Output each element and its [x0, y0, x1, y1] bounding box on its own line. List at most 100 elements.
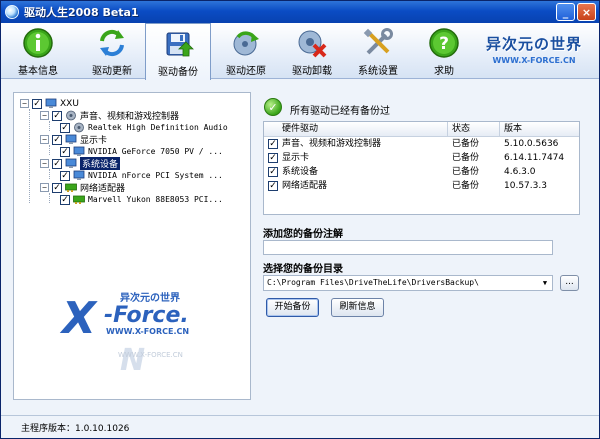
- minimize-button[interactable]: _: [556, 3, 575, 21]
- watermark-cn-text: 异次元の世界: [120, 293, 180, 304]
- app-window: 驱动人生2008 Beta1 _ × 基本信息 驱动更新 驱动备份 驱动还原 驱…: [0, 0, 600, 439]
- refresh-icon: [100, 29, 124, 57]
- backup-note-label: 添加您的备份注解: [263, 229, 343, 240]
- row-status: 已备份: [452, 153, 480, 163]
- tree-checkbox[interactable]: ✓: [52, 134, 62, 145]
- tree-checkbox[interactable]: ✓: [52, 158, 62, 169]
- help-icon: ?: [429, 28, 459, 58]
- backup-icon: [166, 32, 194, 57]
- table-row[interactable]: ✓ 显示卡 已备份 6.14.11.7474: [264, 151, 579, 165]
- tab-help-label: 求助: [434, 66, 454, 77]
- row-version: 5.10.0.5636: [504, 139, 559, 149]
- tab-system-settings[interactable]: 系统设置: [345, 23, 411, 79]
- row-version: 10.57.3.3: [504, 181, 547, 191]
- start-backup-button[interactable]: 开始备份: [266, 298, 319, 317]
- table-row[interactable]: ✓ 声音、视频和游戏控制器 已备份 5.10.0.5636: [264, 137, 579, 151]
- tab-driver-uninstall[interactable]: 驱动卸载: [279, 23, 345, 79]
- tree-checkbox[interactable]: ✓: [60, 194, 70, 205]
- backup-dir-select[interactable]: C:\Program Files\DriveTheLife\DriversBac…: [263, 275, 553, 291]
- tab-help[interactable]: ? 求助: [411, 23, 477, 79]
- column-header-version[interactable]: 版本: [500, 122, 579, 137]
- tree-leaf-label: Realtek High Definition Audio: [88, 123, 228, 132]
- brand-logo: 异次元の世界 WWW.X-FORCE.CN: [475, 27, 593, 75]
- tree-checkbox[interactable]: ✓: [52, 110, 62, 121]
- column-header-status[interactable]: 状态: [448, 122, 500, 137]
- collapse-toggle[interactable]: −: [40, 111, 49, 120]
- system-device-icon: [65, 158, 77, 168]
- row-status: 已备份: [452, 139, 480, 149]
- column-header-driver[interactable]: 硬件驱动: [264, 122, 448, 137]
- network-icon: [65, 183, 77, 192]
- close-button[interactable]: ×: [577, 3, 596, 21]
- brand-url-text: WWW.X-FORCE.CN: [492, 56, 576, 65]
- row-driver-name: 系统设备: [282, 167, 319, 177]
- collapse-toggle[interactable]: −: [40, 159, 49, 168]
- tab-driver-backup[interactable]: 驱动备份: [145, 23, 211, 80]
- tab-driver-restore-label: 驱动还原: [226, 66, 266, 77]
- row-status: 已备份: [452, 181, 480, 191]
- restore-icon: [233, 31, 259, 56]
- tree-checkbox[interactable]: ✓: [52, 182, 62, 193]
- row-checkbox[interactable]: ✓: [268, 167, 278, 177]
- collapse-toggle[interactable]: −: [40, 183, 49, 192]
- watermark-ghost-letter: N: [120, 343, 146, 378]
- watermark-force: -Force.: [104, 303, 189, 328]
- status-bar: 主程序版本：1.0.10.1026: [1, 415, 599, 438]
- backup-note-input[interactable]: [263, 240, 553, 255]
- row-status: 已备份: [452, 167, 480, 177]
- driver-list[interactable]: 硬件驱动 状态 版本 ✓ 声音、视频和游戏控制器 已备份 5.10.0.5636…: [263, 121, 580, 215]
- uninstall-icon: [298, 30, 327, 58]
- sound-icon: [66, 110, 76, 121]
- row-checkbox[interactable]: ✓: [268, 181, 278, 191]
- table-row[interactable]: ✓ 系统设备 已备份 4.6.3.0: [264, 165, 579, 179]
- brand-main-text: 异次元の世界: [485, 35, 582, 53]
- row-driver-name: 声音、视频和游戏控制器: [282, 139, 382, 149]
- tab-driver-update[interactable]: 驱动更新: [79, 23, 145, 79]
- watermark-x: X: [62, 293, 96, 344]
- tab-driver-uninstall-label: 驱动卸载: [292, 66, 332, 77]
- tree-leaf-label: NVIDIA nForce PCI System ...: [88, 171, 223, 180]
- watermark-ghost-url: WWW.X-FORCE.CN: [118, 351, 183, 359]
- row-version: 4.6.3.0: [504, 167, 536, 177]
- gpu-icon: [73, 146, 85, 156]
- tree-leaf-label: NVIDIA GeForce 7050 PV / ...: [88, 147, 223, 156]
- tree-checkbox[interactable]: ✓: [60, 122, 70, 133]
- tree-checkbox[interactable]: ✓: [32, 98, 42, 109]
- row-driver-name: 显示卡: [282, 153, 310, 163]
- check-icon: ✓: [264, 98, 282, 116]
- row-driver-name: 网络适配器: [282, 181, 328, 191]
- tree-root-label: XXU: [60, 98, 79, 109]
- browse-button[interactable]: ...: [560, 275, 579, 291]
- tab-system-settings-label: 系统设置: [358, 66, 398, 77]
- device-tree[interactable]: − ✓ XXU − ✓ 声音、视频和游戏控制器 ✓ Realtek High D…: [13, 92, 251, 400]
- nic-icon: [73, 195, 85, 204]
- backup-status-message: 所有驱动已经有备份过: [290, 106, 390, 117]
- chevron-down-icon[interactable]: ▼: [539, 277, 551, 289]
- pci-icon: [73, 170, 85, 180]
- tab-basic-info[interactable]: 基本信息: [5, 23, 71, 79]
- tab-driver-backup-label: 驱动备份: [158, 67, 198, 78]
- refresh-info-button[interactable]: 刷新信息: [331, 298, 384, 317]
- window-title: 驱动人生2008 Beta1: [24, 6, 139, 19]
- row-checkbox[interactable]: ✓: [268, 139, 278, 149]
- tree-leaf-nic[interactable]: ✓ Marvell Yukon 88E8053 PCI...: [60, 193, 223, 206]
- tree-leaf-label: Marvell Yukon 88E8053 PCI...: [88, 195, 223, 204]
- title-bar[interactable]: 驱动人生2008 Beta1 _ ×: [1, 1, 599, 23]
- info-icon: [23, 28, 53, 58]
- computer-icon: [45, 98, 57, 108]
- row-version: 6.14.11.7474: [504, 153, 565, 163]
- watermark-logo: N WWW.X-FORCE.CN X -Force. 异次元の世界 WWW.X-…: [62, 285, 222, 385]
- window-controls: _ ×: [556, 3, 596, 21]
- collapse-toggle[interactable]: −: [20, 99, 29, 108]
- row-checkbox[interactable]: ✓: [268, 153, 278, 163]
- collapse-toggle[interactable]: −: [40, 135, 49, 144]
- tab-driver-restore[interactable]: 驱动还原: [213, 23, 279, 79]
- svg-text:?: ?: [439, 34, 449, 54]
- tree-checkbox[interactable]: ✓: [60, 170, 70, 181]
- backup-dir-value: C:\Program Files\DriveTheLife\DriversBac…: [267, 278, 479, 287]
- display-icon: [65, 134, 77, 144]
- tree-checkbox[interactable]: ✓: [60, 146, 70, 157]
- audio-device-icon: [74, 122, 84, 133]
- tab-driver-update-label: 驱动更新: [92, 66, 132, 77]
- table-row[interactable]: ✓ 网络适配器 已备份 10.57.3.3: [264, 179, 579, 193]
